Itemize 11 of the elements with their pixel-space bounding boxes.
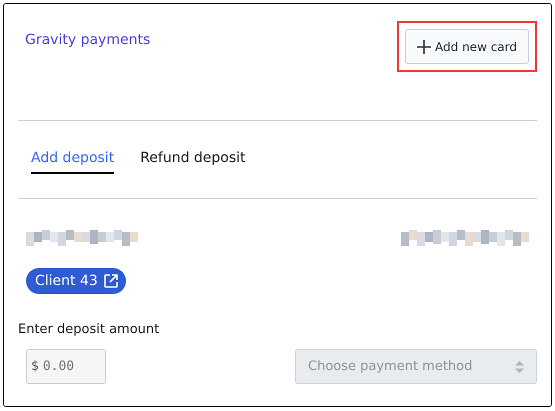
add-card-button[interactable]: Add new card xyxy=(405,29,529,64)
field-label: Enter deposit amount xyxy=(18,322,160,337)
amount-input[interactable]: 0.00 xyxy=(42,359,89,374)
plus-icon xyxy=(416,38,432,54)
tab[interactable]: Refund deposit xyxy=(140,150,246,174)
section-title: Gravity payments xyxy=(25,32,150,48)
tab[interactable]: Add deposit xyxy=(31,150,114,174)
client-link[interactable]: Client 43 xyxy=(26,268,126,294)
amount-field[interactable]: $ 0.00 xyxy=(26,349,106,384)
external-link-icon xyxy=(102,273,119,289)
sort-caret-icon xyxy=(515,360,524,372)
